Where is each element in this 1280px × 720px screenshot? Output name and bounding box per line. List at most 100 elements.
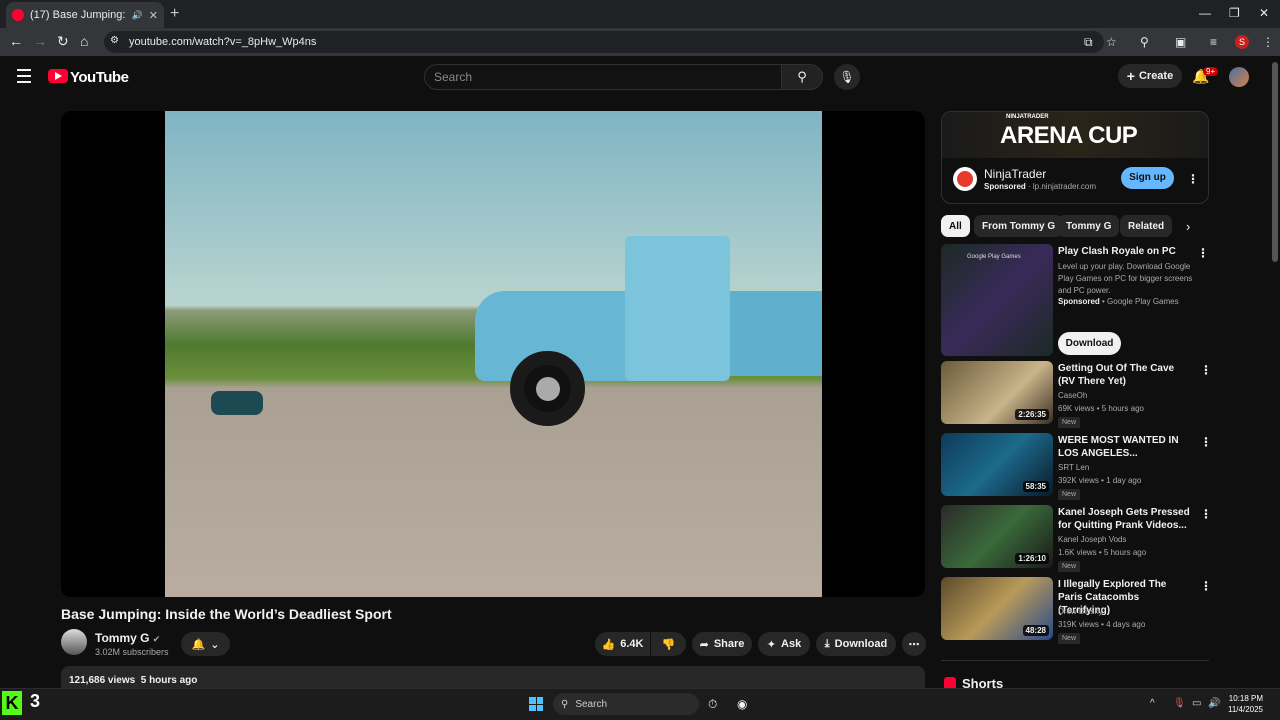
youtube-logo-icon[interactable] <box>48 69 68 83</box>
chrome-icon[interactable]: ◉ <box>737 697 747 711</box>
page-scrollbar[interactable] <box>1272 62 1278 262</box>
search-icon: ⚲ <box>561 698 569 710</box>
video-channel[interactable]: Kanel Joseph Vods <box>1058 535 1127 544</box>
notification-count-badge: 9+ <box>1203 67 1219 76</box>
sponsored-thumbnail[interactable]: Google Play Games <box>941 244 1053 356</box>
forward-button[interactable]: → <box>33 33 47 49</box>
ad-signup-button[interactable]: Sign up <box>1121 167 1174 189</box>
sponsored-download-button[interactable]: Download <box>1058 332 1121 355</box>
media-controls-icon[interactable]: ≡ <box>1210 35 1217 49</box>
video-more-icon[interactable]: ⋮ <box>1200 507 1212 521</box>
new-tab-button[interactable]: + <box>170 5 179 23</box>
subscription-bell-button[interactable]: 🔔 ⌄ <box>181 632 230 656</box>
split-view-icon[interactable]: ▣ <box>1175 35 1186 49</box>
new-badge: New <box>1058 417 1081 428</box>
sponsored-label: Sponsored • Google Play Games <box>1058 297 1179 306</box>
home-button[interactable]: ⌂ <box>80 33 88 49</box>
bookmark-star-icon[interactable]: ☆ <box>1106 35 1117 49</box>
youtube-wordmark[interactable]: YouTube <box>70 69 129 86</box>
new-badge: New <box>1058 561 1081 572</box>
advertiser-name[interactable]: NinjaTrader <box>984 167 1046 181</box>
ad-more-icon[interactable]: ⋮ <box>1187 172 1199 186</box>
ask-button[interactable]: ✦ Ask <box>758 632 810 656</box>
taskbar-clock[interactable]: 10:18 PM 11/4/2025 <box>1228 693 1263 715</box>
video-player[interactable] <box>61 111 925 597</box>
video-thumbnail[interactable]: 1:26:10 <box>941 505 1053 568</box>
audio-icon[interactable]: 🔊 <box>132 10 143 21</box>
video-title-link[interactable]: Getting Out Of The Cave (RV There Yet) <box>1058 362 1193 388</box>
video-title-link[interactable]: Kanel Joseph Gets Pressed for Quitting P… <box>1058 506 1193 532</box>
video-more-icon[interactable]: ⋮ <box>1200 363 1212 377</box>
download-icon: ⤓ <box>824 637 830 650</box>
sponsored-description: Level up your play. Download Google Play… <box>1058 262 1193 295</box>
voice-search-button[interactable]: 🎙 <box>834 64 860 90</box>
chip-tommy-g[interactable]: Tommy G <box>1058 215 1120 237</box>
video-scene-bag <box>211 391 263 415</box>
back-button[interactable]: ← <box>9 33 23 49</box>
video-more-icon[interactable]: ⋮ <box>1200 435 1212 449</box>
verified-icon: ✔ <box>152 634 161 644</box>
microphone-icon: 🎙 <box>839 70 855 84</box>
kick-logo-icon[interactable]: K <box>2 691 22 715</box>
profile-avatar[interactable]: S <box>1235 35 1249 49</box>
reload-button[interactable]: ↻ <box>57 33 69 50</box>
video-frame[interactable] <box>165 111 822 597</box>
url-text[interactable]: youtube.com/watch?v=_8pHw_Wp4ns <box>129 36 316 48</box>
video-channel[interactable]: SRT Len <box>1058 463 1089 472</box>
advertiser-logo[interactable] <box>953 167 977 191</box>
browser-tab[interactable]: (17) Base Jumping: Inside th 🔊 ✕ <box>6 2 164 28</box>
install-app-icon[interactable]: ⧉ <box>1084 35 1093 50</box>
like-button[interactable]: 👍 6.4K <box>595 632 650 656</box>
chevron-right-icon[interactable]: › <box>1186 219 1190 234</box>
chip-from-tommy-g[interactable]: From Tommy G <box>974 215 1064 237</box>
share-icon: ➦ <box>699 638 709 651</box>
sponsored-more-icon[interactable]: ⋮ <box>1197 246 1209 260</box>
kick-count: 3 <box>30 691 41 711</box>
dislike-button[interactable]: 👎 <box>651 632 686 656</box>
like-count: 6.4K <box>620 638 644 650</box>
video-channel[interactable]: CaseOh <box>1058 391 1087 400</box>
search-input[interactable] <box>424 64 782 90</box>
thumbs-up-icon: 👍 <box>601 638 616 651</box>
browser-menu-icon[interactable]: ⋮ <box>1262 35 1274 49</box>
search-icon: ⚲ <box>797 69 807 84</box>
new-badge: New <box>1058 489 1081 500</box>
channel-name[interactable]: Tommy G ✔ <box>95 631 160 645</box>
mic-tray-icon[interactable]: 🎙 <box>1173 698 1186 709</box>
extensions-icon[interactable]: ⚲ <box>1140 35 1149 49</box>
plus-icon: + <box>1126 68 1135 84</box>
hamburger-menu-icon[interactable] <box>17 69 31 87</box>
site-info-icon[interactable]: ⚙ <box>110 35 119 46</box>
account-avatar[interactable] <box>1229 67 1249 87</box>
close-window-button[interactable]: ✕ <box>1259 6 1269 20</box>
ad-banner[interactable]: NINJATRADER ARENA CUP <box>942 112 1208 158</box>
more-actions-button[interactable]: ⋯ <box>902 632 926 656</box>
chip-related[interactable]: Related <box>1120 215 1173 237</box>
video-thumbnail[interactable]: 2:26:35 <box>941 361 1053 424</box>
windows-start-icon[interactable] <box>529 697 543 711</box>
video-thumbnail[interactable]: 48:28 <box>941 577 1053 640</box>
new-badge: New <box>1058 633 1081 644</box>
channel-avatar[interactable] <box>61 629 87 655</box>
restore-button[interactable]: ❐ <box>1229 6 1240 20</box>
video-meta: 319K views • 4 days ago <box>1058 620 1146 629</box>
view-count-date: 121,686 views 5 hours ago <box>69 675 198 686</box>
search-button[interactable]: ⚲ <box>781 64 823 90</box>
minimize-button[interactable]: — <box>1199 6 1211 20</box>
app-icon[interactable]: ⏱ <box>708 697 717 712</box>
video-thumbnail[interactable]: 58:35 <box>941 433 1053 496</box>
video-title-link[interactable]: WERE MOST WANTED IN LOS ANGELES... <box>1058 434 1193 460</box>
download-button[interactable]: ⤓ Download <box>816 632 896 656</box>
create-button[interactable]: + Create <box>1118 64 1182 88</box>
sponsored-title[interactable]: Play Clash Royale on PC <box>1058 245 1193 258</box>
chip-all[interactable]: All <box>941 215 970 237</box>
sparkle-icon: ✦ <box>766 638 777 651</box>
video-more-icon[interactable]: ⋮ <box>1200 579 1212 593</box>
share-button[interactable]: ➦ Share <box>692 632 752 656</box>
close-tab-icon[interactable]: ✕ <box>149 9 158 22</box>
taskbar-search[interactable]: ⚲ Search <box>553 693 699 715</box>
video-channel[interactable]: Drew Binsky <box>1058 607 1102 616</box>
volume-tray-icon[interactable]: 🔊 <box>1208 698 1220 709</box>
tray-overflow-icon[interactable]: ^ <box>1150 698 1155 709</box>
display-tray-icon[interactable]: ▭ <box>1192 698 1201 709</box>
